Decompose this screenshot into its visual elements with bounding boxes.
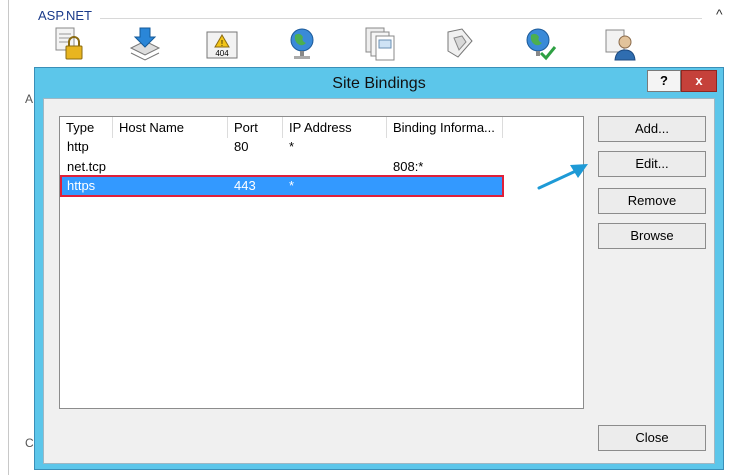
annotation-arrow-icon <box>537 164 588 190</box>
